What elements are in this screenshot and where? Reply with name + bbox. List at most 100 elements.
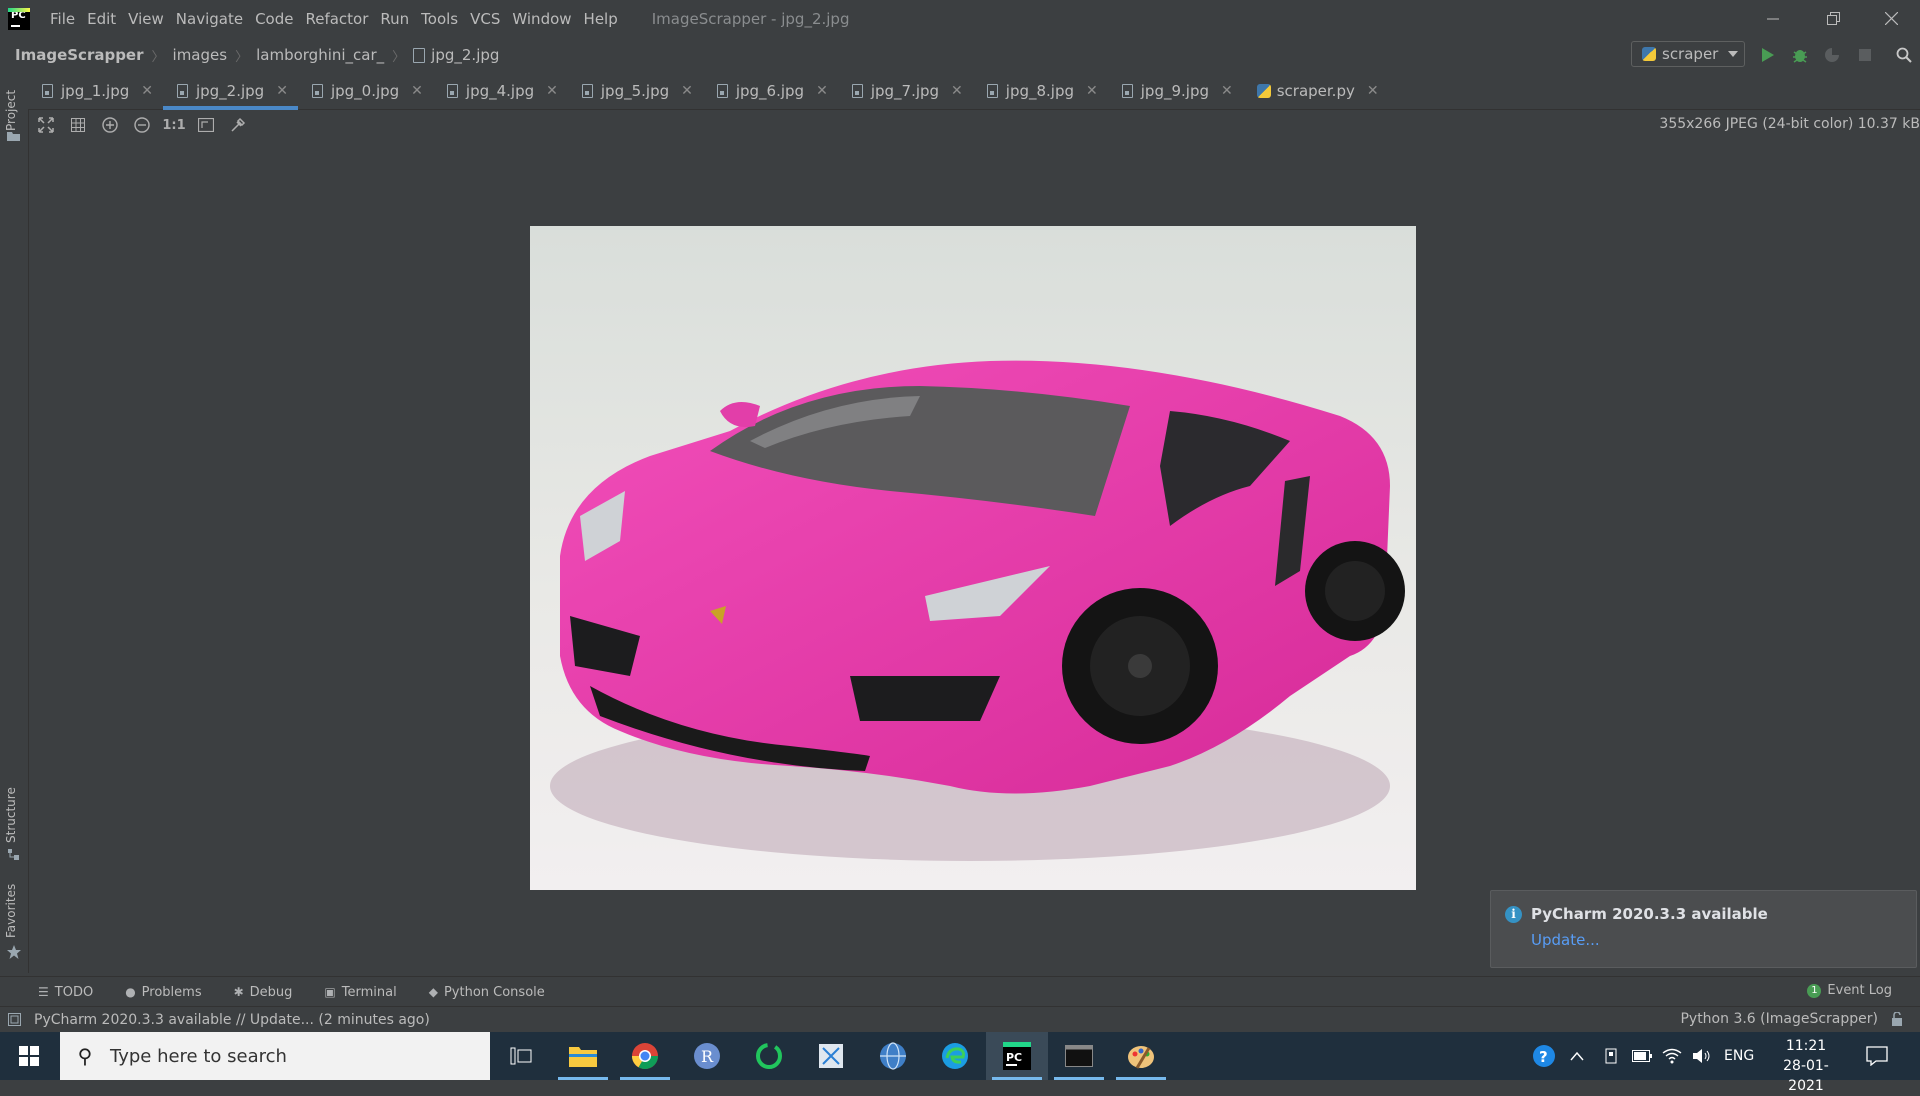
- close-tab-icon[interactable]: ✕: [1367, 83, 1379, 99]
- tab-jpg-2[interactable]: jpg_2.jpg ✕: [162, 73, 298, 110]
- tab-label: jpg_7.jpg: [870, 82, 940, 100]
- wifi-tray[interactable]: [1662, 1032, 1682, 1080]
- close-tab-icon[interactable]: ✕: [1086, 83, 1098, 99]
- image-info: 355x266 JPEG (24-bit color) 10.37 kB: [1659, 116, 1920, 132]
- image-file-icon: [311, 84, 323, 98]
- close-tab-icon[interactable]: ✕: [681, 83, 693, 99]
- search-everywhere-button[interactable]: [1894, 45, 1914, 65]
- tab-jpg-9[interactable]: jpg_9.jpg ✕: [1108, 73, 1243, 109]
- sync-app[interactable]: [738, 1032, 800, 1080]
- menu-edit[interactable]: Edit: [81, 10, 122, 28]
- close-window-button[interactable]: [1862, 0, 1920, 37]
- tab-jpg-5[interactable]: jpg_5.jpg ✕: [568, 73, 703, 109]
- pycharm-app[interactable]: PC: [986, 1032, 1048, 1080]
- debug-tool-button[interactable]: ✱ Debug: [224, 985, 303, 1000]
- close-tab-icon[interactable]: ✕: [951, 83, 963, 99]
- show-hidden-icons-button[interactable]: [1570, 1032, 1584, 1080]
- tab-jpg-6[interactable]: jpg_6.jpg ✕: [703, 73, 838, 109]
- tab-jpg-8[interactable]: jpg_8.jpg ✕: [973, 73, 1108, 109]
- event-log-button[interactable]: 1 Event Log: [1807, 983, 1892, 998]
- tab-jpg-1[interactable]: jpg_1.jpg ✕: [28, 73, 163, 109]
- tab-jpg-7[interactable]: jpg_7.jpg ✕: [838, 73, 973, 109]
- python-console-tool-button[interactable]: ◆ Python Console: [419, 985, 555, 1000]
- help-tray-icon[interactable]: ?: [1532, 1032, 1556, 1080]
- actual-size-button[interactable]: 1:1: [158, 110, 190, 140]
- side-tab-project[interactable]: Project: [4, 90, 18, 131]
- run-config-dropdown[interactable]: scraper: [1631, 41, 1745, 67]
- meet-now-tray[interactable]: [1603, 1032, 1619, 1080]
- close-tab-icon[interactable]: ✕: [1221, 83, 1233, 99]
- terminal-tool-button[interactable]: ▣ Terminal: [314, 985, 406, 1000]
- status-message[interactable]: PyCharm 2020.3.3 available // Update... …: [34, 1012, 430, 1028]
- menu-refactor[interactable]: Refactor: [299, 10, 374, 28]
- tab-jpg-4[interactable]: jpg_4.jpg ✕: [433, 73, 568, 109]
- menu-help[interactable]: Help: [578, 10, 624, 28]
- problems-tool-button[interactable]: ● Problems: [115, 985, 211, 1000]
- breadcrumb-folder[interactable]: lamborghini_car_: [256, 46, 384, 64]
- r-icon: R: [694, 1043, 720, 1069]
- chevron-down-icon: [1728, 51, 1739, 57]
- breadcrumb-project[interactable]: ImageScrapper: [15, 46, 144, 64]
- zoom-out-button[interactable]: [126, 110, 158, 140]
- menu-navigate[interactable]: Navigate: [170, 10, 249, 28]
- menu-file[interactable]: File: [44, 10, 81, 28]
- debug-button[interactable]: [1790, 45, 1810, 65]
- close-tab-icon[interactable]: ✕: [141, 83, 153, 99]
- volume-tray[interactable]: [1692, 1032, 1712, 1080]
- tab-jpg-0[interactable]: jpg_0.jpg ✕: [298, 73, 433, 109]
- action-center-button[interactable]: [1866, 1032, 1888, 1080]
- todo-tool-button[interactable]: ☰ TODO: [28, 985, 103, 1000]
- paint-app[interactable]: [1110, 1032, 1172, 1080]
- side-tab-structure[interactable]: Structure: [4, 787, 18, 843]
- close-tab-icon[interactable]: ✕: [411, 83, 423, 99]
- tab-label: jpg_0.jpg: [330, 82, 400, 100]
- stop-button[interactable]: [1855, 45, 1875, 65]
- terminal-app[interactable]: [1048, 1032, 1110, 1080]
- lock-icon[interactable]: [1890, 1012, 1904, 1026]
- zoom-in-button[interactable]: [94, 110, 126, 140]
- search-icon: ⚲: [77, 1044, 93, 1068]
- info-icon: i: [1505, 906, 1522, 923]
- start-button[interactable]: [0, 1032, 58, 1080]
- breadcrumb-images[interactable]: images: [173, 46, 228, 64]
- side-tab-favorites[interactable]: Favorites: [4, 884, 18, 938]
- menu-vcs[interactable]: VCS: [464, 10, 506, 28]
- run-config-label: scraper: [1662, 45, 1719, 63]
- clock[interactable]: 11:21 28-01-2021: [1768, 1036, 1844, 1096]
- close-tab-icon[interactable]: ✕: [276, 83, 288, 99]
- breadcrumb-file[interactable]: jpg_2.jpg: [431, 46, 499, 64]
- fit-window-button[interactable]: [190, 110, 222, 140]
- restore-button[interactable]: [1804, 0, 1862, 37]
- notification-title: PyCharm 2020.3.3 available: [1531, 905, 1768, 923]
- edge-app[interactable]: [924, 1032, 986, 1080]
- coverage-button[interactable]: [1822, 45, 1842, 65]
- browser-app[interactable]: [862, 1032, 924, 1080]
- color-picker-button[interactable]: [222, 110, 254, 140]
- menu-view[interactable]: View: [122, 10, 170, 28]
- language-indicator[interactable]: ENG: [1724, 1032, 1754, 1080]
- close-tab-icon[interactable]: ✕: [546, 83, 558, 99]
- r-app[interactable]: R: [676, 1032, 738, 1080]
- menu-run[interactable]: Run: [374, 10, 415, 28]
- snipping-app[interactable]: [800, 1032, 862, 1080]
- file-explorer-app[interactable]: [552, 1032, 614, 1080]
- palette-icon: [1128, 1046, 1154, 1069]
- tab-scraper-py[interactable]: scraper.py ✕: [1243, 73, 1389, 109]
- chrome-app[interactable]: [614, 1032, 676, 1080]
- menu-code[interactable]: Code: [249, 10, 299, 28]
- taskbar-search[interactable]: ⚲ Type here to search: [60, 1032, 490, 1080]
- close-tab-icon[interactable]: ✕: [816, 83, 828, 99]
- run-button[interactable]: [1758, 45, 1778, 65]
- image-toolbar: 1:1: [30, 110, 254, 140]
- task-view-button[interactable]: [490, 1032, 552, 1080]
- toggle-tool-windows-icon[interactable]: [8, 1013, 21, 1026]
- tab-label: jpg_5.jpg: [600, 82, 670, 100]
- update-link[interactable]: Update...: [1531, 931, 1600, 949]
- menu-tools[interactable]: Tools: [415, 10, 464, 28]
- menu-window[interactable]: Window: [506, 10, 577, 28]
- python-interpreter[interactable]: Python 3.6 (ImageScrapper): [1680, 1011, 1878, 1027]
- battery-tray[interactable]: [1632, 1032, 1652, 1080]
- fit-zoom-button[interactable]: [30, 110, 62, 140]
- minimize-button[interactable]: [1744, 0, 1802, 37]
- grid-toggle-button[interactable]: [62, 110, 94, 140]
